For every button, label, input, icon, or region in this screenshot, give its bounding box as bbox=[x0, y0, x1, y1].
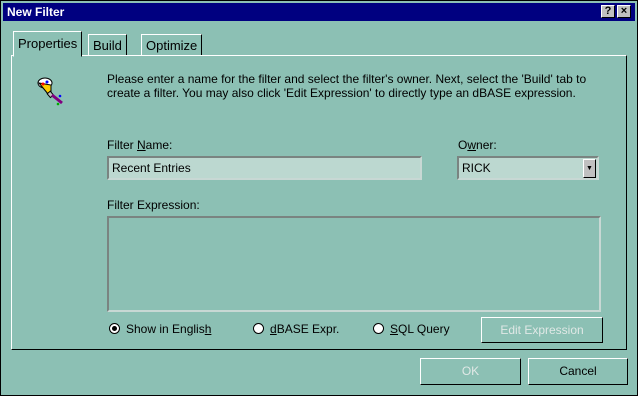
tab-properties-label: Properties bbox=[18, 36, 78, 51]
owner-select[interactable]: RICK ▼ bbox=[457, 156, 599, 180]
new-filter-dialog: New Filter ? × Properties Build Optimize… bbox=[0, 0, 638, 396]
radio-selected-icon bbox=[109, 323, 120, 334]
title-bar[interactable]: New Filter ? × bbox=[3, 3, 635, 21]
window-title: New Filter bbox=[7, 5, 65, 19]
tab-build[interactable]: Build bbox=[88, 34, 127, 56]
ok-button[interactable]: OK bbox=[420, 358, 521, 385]
tab-properties[interactable]: Properties bbox=[13, 31, 83, 57]
chevron-down-icon: ▼ bbox=[586, 165, 593, 172]
radio-unselected-icon bbox=[253, 323, 264, 334]
cancel-button[interactable]: Cancel bbox=[528, 358, 628, 385]
radio-unselected-icon bbox=[373, 323, 384, 334]
instructions-text: Please enter a name for the filter and s… bbox=[107, 72, 587, 100]
owner-label: Owner: bbox=[458, 138, 497, 152]
owner-dropdown-button[interactable]: ▼ bbox=[583, 159, 596, 178]
edit-expression-button[interactable]: Edit Expression bbox=[481, 317, 603, 343]
owner-value: RICK bbox=[462, 161, 491, 175]
close-button[interactable]: × bbox=[617, 5, 631, 18]
filter-funnel-icon bbox=[37, 77, 63, 106]
filter-expression-textarea[interactable] bbox=[107, 216, 601, 312]
tab-optimize-label: Optimize bbox=[146, 38, 198, 53]
filter-name-input[interactable]: Recent Entries bbox=[107, 156, 422, 180]
filter-expression-label: Filter Expression: bbox=[107, 198, 200, 212]
radio-show-in-english[interactable]: Show in English bbox=[109, 322, 211, 336]
filter-name-value: Recent Entries bbox=[112, 161, 191, 175]
tab-optimize[interactable]: Optimize bbox=[141, 34, 203, 56]
close-icon: × bbox=[620, 5, 628, 17]
radio-dbase-expr[interactable]: dBASE Expr. bbox=[253, 322, 339, 336]
tab-build-label: Build bbox=[93, 38, 122, 53]
radio-sql-query[interactable]: SQL Query bbox=[373, 322, 450, 336]
filter-name-label: Filter Name: bbox=[107, 138, 173, 152]
help-button[interactable]: ? bbox=[601, 5, 615, 18]
